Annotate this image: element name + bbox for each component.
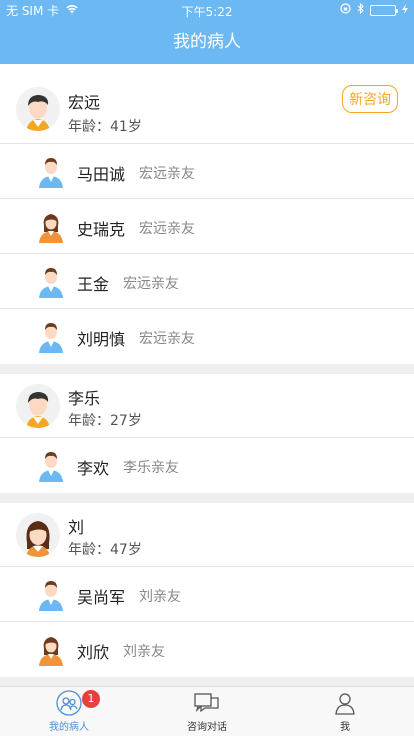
- patient-row[interactable]: 刘 年龄：47岁: [0, 503, 414, 567]
- male-avatar-icon: [16, 384, 60, 428]
- unread-badge: 1: [82, 690, 100, 708]
- chat-icon: [194, 693, 219, 713]
- relative-tag: 宏远亲友: [139, 221, 195, 237]
- relative-tag: 刘亲友: [123, 644, 165, 660]
- relative-name: 马田诚: [77, 165, 126, 184]
- relative-tag: 李乐亲友: [123, 460, 179, 476]
- relative-row[interactable]: 李欢 李乐亲友: [0, 438, 414, 493]
- header: 无 SIM 卡 下午5:22 我的病人: [0, 0, 414, 64]
- tab-consultation-chat[interactable]: 咨询对话: [138, 687, 276, 736]
- tab-label: 我: [340, 722, 350, 733]
- male-avatar-icon: [39, 581, 63, 611]
- patient-group: 李乐 年龄：27岁 李欢 李乐亲友: [0, 374, 414, 493]
- relative-tag: 刘亲友: [139, 589, 181, 605]
- new-consultation-button[interactable]: 新咨询: [342, 85, 398, 113]
- tab-my-patients[interactable]: 1 我的病人: [0, 687, 138, 736]
- relative-tag: 宏远亲友: [139, 331, 195, 347]
- tab-label: 我的病人: [49, 722, 89, 733]
- relative-name: 王金: [77, 275, 110, 294]
- relative-row[interactable]: 刘欣 刘亲友: [0, 622, 414, 677]
- tab-bar: 1 我的病人 咨询对话 我: [0, 686, 414, 736]
- tab-me[interactable]: 我: [276, 687, 414, 736]
- male-avatar-icon: [39, 158, 63, 188]
- relative-name: 史瑞克: [77, 220, 126, 239]
- patient-group: 宏远 年龄：41岁 新咨询 马田诚 宏远亲友 史瑞克 宏远亲友 王金 宏远亲友 …: [0, 64, 414, 364]
- patient-group: 刘 年龄：47岁 吴尚军 刘亲友 刘欣 刘亲友: [0, 503, 414, 677]
- status-time: 下午5:22: [181, 5, 233, 19]
- relative-row[interactable]: 吴尚军 刘亲友: [0, 567, 414, 622]
- patient-row[interactable]: 宏远 年龄：41岁 新咨询: [0, 64, 414, 144]
- tab-label: 咨询对话: [187, 722, 227, 733]
- male-avatar-icon: [16, 87, 60, 131]
- patient-name: 李乐: [68, 389, 101, 408]
- relative-row[interactable]: 马田诚 宏远亲友: [0, 144, 414, 199]
- female-avatar-icon: [39, 214, 63, 243]
- relative-tag: 宏远亲友: [123, 276, 179, 292]
- relative-name: 李欢: [77, 459, 110, 478]
- female-avatar-icon: [16, 513, 60, 557]
- relative-name: 刘欣: [77, 643, 110, 662]
- relative-tag: 宏远亲友: [139, 166, 195, 182]
- patient-name: 宏远: [68, 93, 101, 112]
- patient-list: 宏远 年龄：41岁 新咨询 马田诚 宏远亲友 史瑞克 宏远亲友 王金 宏远亲友 …: [0, 64, 414, 686]
- patient-row[interactable]: 李乐 年龄：27岁: [0, 374, 414, 438]
- male-avatar-icon: [39, 323, 63, 353]
- male-avatar-icon: [39, 452, 63, 482]
- patient-name: 刘: [68, 518, 85, 537]
- male-avatar-icon: [39, 268, 63, 298]
- relative-row[interactable]: 王金 宏远亲友: [0, 254, 414, 309]
- relative-row[interactable]: 史瑞克 宏远亲友: [0, 199, 414, 254]
- patient-age: 年龄：41岁: [68, 119, 142, 135]
- status-bar: 无 SIM 卡 下午5:22: [0, 0, 414, 20]
- relative-name: 吴尚军: [77, 588, 126, 607]
- relative-name: 刘明慎: [77, 330, 126, 349]
- patient-age: 年龄：47岁: [68, 542, 142, 558]
- patients-icon: [56, 690, 82, 716]
- battery-icon: [370, 4, 398, 16]
- page-title: 我的病人: [173, 32, 241, 52]
- female-avatar-icon: [39, 637, 63, 666]
- patient-age: 年龄：27岁: [68, 413, 142, 429]
- profile-icon: [335, 693, 355, 715]
- relative-row[interactable]: 刘明慎 宏远亲友: [0, 309, 414, 364]
